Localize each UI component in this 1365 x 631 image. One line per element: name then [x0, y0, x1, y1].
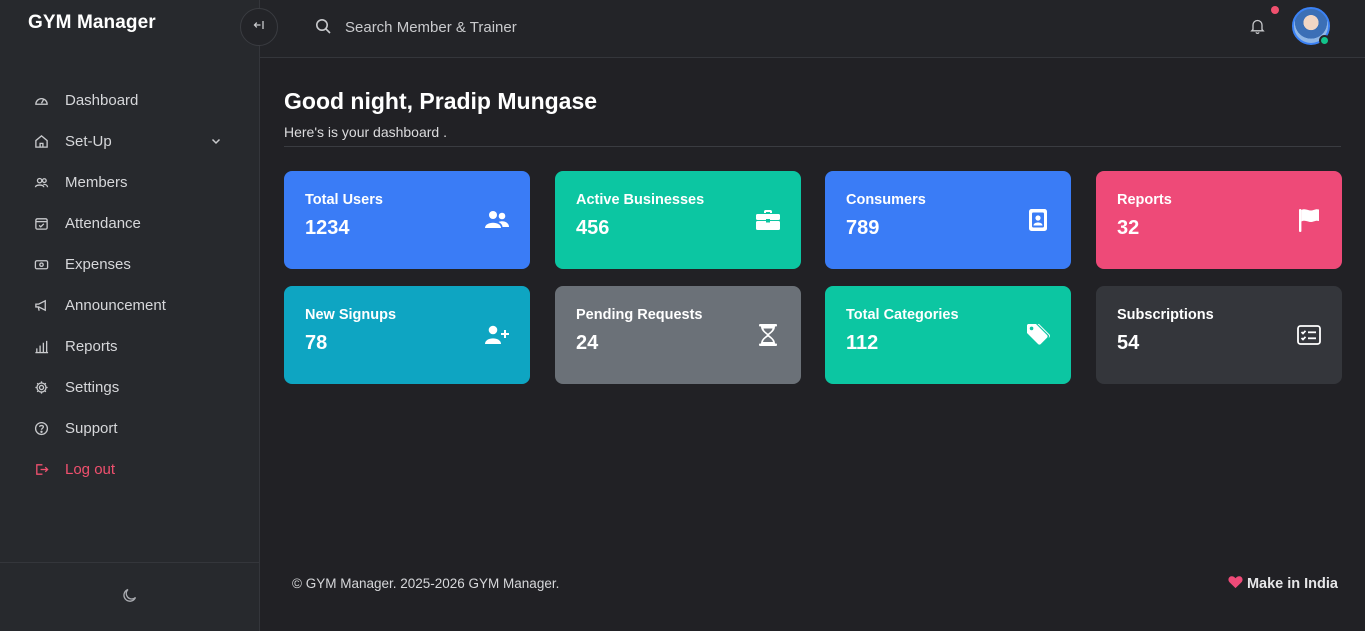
- bar-chart-icon: [33, 339, 49, 355]
- footer-made-in-label: Make in India: [1246, 576, 1338, 592]
- sidebar-item-label: Expenses: [65, 256, 131, 273]
- sidebar-item-settings[interactable]: Settings: [0, 367, 260, 408]
- notification-dot: [1271, 6, 1279, 14]
- megaphone-icon: [33, 298, 49, 314]
- stat-card-reports[interactable]: Reports 32: [1096, 171, 1342, 269]
- gear-icon: [33, 380, 49, 396]
- sidebar-item-expenses[interactable]: Expenses: [0, 244, 260, 285]
- stat-card-subscriptions[interactable]: Subscriptions 54: [1096, 286, 1342, 384]
- money-icon: [33, 257, 49, 273]
- stat-card-new-signups[interactable]: New Signups 78: [284, 286, 530, 384]
- footer-made-in: Make in India: [1228, 575, 1338, 593]
- logout-icon: [33, 462, 49, 478]
- stat-card-label: Consumers: [846, 192, 926, 208]
- sidebar-nav: Dashboard Set-Up Members Attendance Expe…: [0, 80, 260, 490]
- flag-icon: [1296, 208, 1322, 232]
- stat-card-label: Total Users: [305, 192, 383, 208]
- moon-icon[interactable]: [122, 587, 138, 608]
- hourglass-icon: [755, 323, 781, 347]
- stat-card-total-users[interactable]: Total Users 1234: [284, 171, 530, 269]
- sidebar-item-label: Support: [65, 420, 118, 437]
- page-subtitle: Here's is your dashboard .: [284, 124, 447, 140]
- calendar-check-icon: [33, 216, 49, 232]
- sidebar-item-label: Members: [65, 174, 128, 191]
- tag-icon: [1025, 323, 1051, 347]
- divider: [284, 146, 1341, 147]
- stat-card-value: 24: [576, 332, 599, 354]
- home-icon: [33, 134, 49, 150]
- checklist-icon: [1296, 323, 1322, 347]
- sidebar-item-label: Log out: [65, 461, 116, 478]
- sidebar-item-support[interactable]: Support: [0, 408, 260, 449]
- sidebar-item-logout[interactable]: Log out: [0, 449, 260, 490]
- heart-icon: [1228, 575, 1247, 593]
- stat-card-value: 32: [1117, 217, 1140, 239]
- sidebar-item-announcement[interactable]: Announcement: [0, 285, 260, 326]
- sidebar-item-label: Announcement: [65, 297, 166, 314]
- stat-card-consumers[interactable]: Consumers 789: [825, 171, 1071, 269]
- sidebar-item-label: Settings: [65, 379, 120, 396]
- members-icon: [33, 175, 49, 191]
- sidebar-item-attendance[interactable]: Attendance: [0, 203, 260, 244]
- stat-card-value: 456: [576, 217, 610, 239]
- stat-card-label: Pending Requests: [576, 307, 703, 323]
- stat-card-active-businesses[interactable]: Active Businesses 456: [555, 171, 801, 269]
- stat-card-value: 1234: [305, 217, 350, 239]
- stat-card-value: 78: [305, 332, 328, 354]
- sidebar-item-reports[interactable]: Reports: [0, 326, 260, 367]
- stat-card-pending-requests[interactable]: Pending Requests 24: [555, 286, 801, 384]
- brand-logo[interactable]: GYM Manager: [28, 12, 156, 34]
- sidebar-item-setup[interactable]: Set-Up: [0, 121, 260, 162]
- stat-card-value: 789: [846, 217, 880, 239]
- collapse-arrow-icon: [253, 18, 265, 36]
- sidebar-collapse-button[interactable]: [240, 8, 278, 46]
- notification-bell-icon[interactable]: [1250, 18, 1265, 39]
- id-badge-icon: [1025, 208, 1051, 232]
- users-icon: [484, 208, 510, 232]
- help-icon: [33, 421, 49, 437]
- stat-card-value: 54: [1117, 332, 1140, 354]
- sidebar-item-dashboard[interactable]: Dashboard: [0, 80, 260, 121]
- stat-card-label: Subscriptions: [1117, 307, 1214, 323]
- stat-card-value: 112: [846, 332, 879, 354]
- app-root: GYM Manager Dashboard Set-Up Members Att…: [0, 0, 1365, 631]
- page-title: Good night, Pradip Mungase: [284, 88, 598, 114]
- user-plus-icon: [484, 323, 510, 347]
- chevron-down-icon[interactable]: [210, 134, 222, 152]
- sidebar-item-members[interactable]: Members: [0, 162, 260, 203]
- sidebar-item-label: Set-Up: [65, 133, 112, 150]
- search-icon: [315, 18, 332, 40]
- sidebar: GYM Manager Dashboard Set-Up Members Att…: [0, 0, 260, 631]
- main-content: Good night, Pradip Mungase Here's is you…: [260, 58, 1365, 631]
- stat-card-label: Total Categories: [846, 307, 959, 323]
- stat-card-label: New Signups: [305, 307, 397, 323]
- footer-copyright: © GYM Manager. 2025-2026 GYM Manager.: [292, 576, 560, 591]
- stat-card-label: Reports: [1117, 192, 1172, 208]
- sidebar-item-label: Reports: [65, 338, 118, 355]
- top-bar: [260, 0, 1365, 58]
- dashboard-icon: [33, 93, 49, 109]
- online-status-indicator: [1319, 35, 1330, 46]
- sidebar-item-label: Attendance: [65, 215, 141, 232]
- search-input[interactable]: [345, 14, 745, 40]
- sidebar-item-label: Dashboard: [65, 92, 139, 109]
- briefcase-icon: [755, 208, 781, 232]
- stat-card-total-categories[interactable]: Total Categories 112: [825, 286, 1071, 384]
- sidebar-footer: [0, 562, 260, 631]
- stat-card-label: Active Businesses: [576, 192, 705, 208]
